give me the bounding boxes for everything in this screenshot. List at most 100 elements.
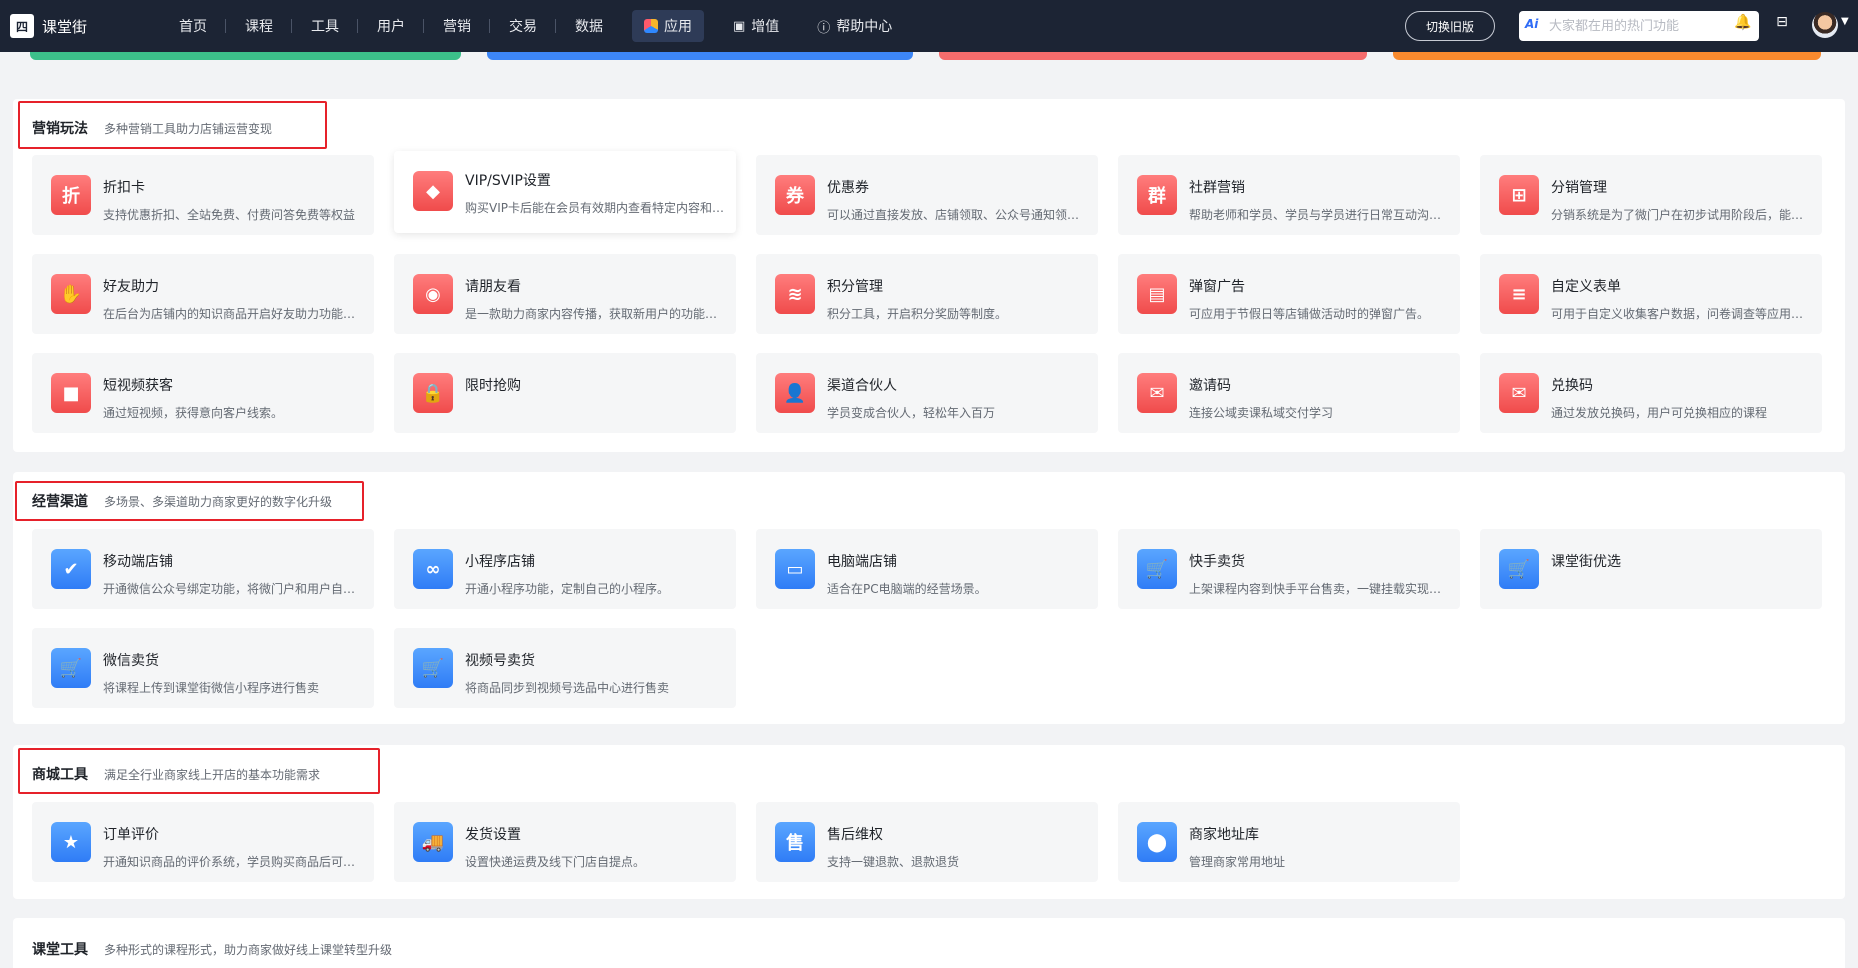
app-card[interactable]: ▤ 弹窗广告 可应用于节假日等店铺做活动时的弹窗广告。 (1118, 254, 1460, 334)
app-card-title: 电脑端店铺 (827, 554, 897, 570)
chevron-down-icon[interactable]: ▼ (1841, 16, 1849, 27)
app-card[interactable]: ⊞ 分销管理分销系统是为了微门户在初步试用阶段后，能够快速推广 (1480, 155, 1822, 235)
cart-select-icon: 🛒 (1499, 549, 1539, 589)
app-card-body: VIP/SVIP设置 购买VIP卡后能在会员有效期内查看特定内容和权益 (465, 170, 727, 216)
app-card-desc: 通过短视频，获得意向客户线索。 (103, 406, 284, 420)
app-card-body: 限时抢购 (465, 375, 727, 404)
banner-card-orange[interactable] (1393, 52, 1821, 60)
inbox-icon[interactable]: ⊟ (1770, 14, 1794, 30)
app-card[interactable]: ∞ 小程序店铺 开通小程序功能，定制自己的小程序。 (394, 529, 736, 609)
app-card[interactable]: 🛒 课堂街优选 (1480, 529, 1822, 609)
global-search: Ai ⌕ (1519, 11, 1759, 41)
app-card[interactable]: ▭ 电脑端店铺 适合在PC电脑端的经营场景。 (756, 529, 1098, 609)
app-card[interactable]: ★ 订单评价 开通知识商品的评价系统，学员购买商品后可进行评价 (32, 802, 374, 882)
app-card-body: 售后维权 支持一键退款、退款退货 (827, 824, 1089, 870)
app-card-desc: 开通微信公众号绑定功能，将微门户和用户自有公众号打通 (103, 582, 365, 596)
nav-item-home[interactable]: 首页 (160, 0, 226, 52)
app-card-title: 短视频获客 (103, 378, 173, 394)
app-card[interactable]: ≋ 积分管理 积分工具，开启积分奖励等制度。 (756, 254, 1098, 334)
app-card-title: 发货设置 (465, 827, 521, 843)
app-card-title: 社群营销 (1189, 180, 1245, 196)
app-card[interactable]: 折折扣卡 支持优惠折扣、全站免费、付费问答免费等权益 (32, 155, 374, 235)
app-card[interactable]: ✋ 好友助力在后台为店铺内的知识商品开启好友助力功能，实现裂变 (32, 254, 374, 334)
app-card[interactable]: ◉ 请朋友看是一款助力商家内容传播，获取新用户的功能，增加曝光 (394, 254, 736, 334)
app-card[interactable]: 🛒 视频号卖货 将商品同步到视频号选品中心进行售卖 (394, 628, 736, 708)
app-card-desc: 购买VIP卡后能在会员有效期内查看特定内容和权益 (465, 201, 727, 215)
community-icon: 群 (1137, 175, 1177, 215)
cart-wechat-icon: 🛒 (51, 648, 91, 688)
app-card[interactable]: ◆ VIP/SVIP设置 购买VIP卡后能在会员有效期内查看特定内容和权益 (394, 151, 736, 233)
nav-item-tools[interactable]: 工具 (292, 0, 358, 52)
app-card[interactable]: 券优惠券 可以通过直接发放、店铺领取、公众号通知领取等方式 (756, 155, 1098, 235)
ai-badge-icon[interactable]: Ai (1525, 17, 1545, 35)
banner-card-blue[interactable] (487, 52, 913, 60)
app-card-body: 短视频获客通过短视频，获得意向客户线索。 (103, 375, 365, 421)
nav-item-data[interactable]: 数据 (556, 0, 622, 52)
app-card-title: 移动端店铺 (103, 554, 173, 570)
bell-icon[interactable]: 🔔 (1731, 14, 1755, 30)
app-card-desc: 将课程上传到课堂街微信小程序进行售卖 (103, 681, 320, 695)
discount-card-icon: 折 (51, 175, 91, 215)
app-card-title: 邀请码 (1189, 378, 1231, 394)
app-card[interactable]: ✉ 兑换码 通过发放兑换码，用户可兑换相应的课程 (1480, 353, 1822, 433)
app-card[interactable]: ■ 短视频获客 通过短视频，获得意向客户线索。 (32, 353, 374, 433)
cart-kuaishou-icon: 🛒 (1137, 549, 1177, 589)
app-card-desc: 积分工具，开启积分奖励等制度。 (827, 307, 1008, 321)
app-card[interactable]: 售售后维权 支持一键退款、退款退货 (756, 802, 1098, 882)
app-card[interactable]: ⬤ 商家地址库 管理商家常用地址 (1118, 802, 1460, 882)
app-card[interactable]: 🚚 发货设置 设置快递运费及线下门店自提点。 (394, 802, 736, 882)
app-card[interactable]: 🛒 快手卖货 上架课程内容到快手平台售卖，一键挂载实现带货 (1118, 529, 1460, 609)
app-card-title: 售后维权 (827, 827, 883, 843)
nav-item-help[interactable]: ⓘ 帮助中心 (798, 0, 911, 52)
app-card-body: 视频号卖货 将商品同步到视频号选品中心进行售卖 (465, 650, 727, 696)
app-card-body: 订单评价 开通知识商品的评价系统，学员购买商品后可进行评价 (103, 824, 365, 870)
app-card-body: 优惠券 可以通过直接发放、店铺领取、公众号通知领取等方式 (827, 177, 1089, 223)
invite-envelope-icon: ✉ (1137, 373, 1177, 413)
app-card[interactable]: 👤 渠道合伙人 学员变成合伙人，轻松年入百万 (756, 353, 1098, 433)
logo-mark: 四 (10, 14, 34, 38)
app-card[interactable]: 群社群营销 帮助老师和学员、学员与学员进行日常互动沟通交流 (1118, 155, 1460, 235)
app-card-body: 微信卖货 将课程上传到课堂街微信小程序进行售卖 (103, 650, 365, 696)
coupon-icon: 券 (775, 175, 815, 215)
app-card[interactable]: 🛒 微信卖货 将课程上传到课堂街微信小程序进行售卖 (32, 628, 374, 708)
app-card-body: 分销管理分销系统是为了微门户在初步试用阶段后，能够快速推广 (1551, 177, 1813, 223)
app-card-desc: 通过发放兑换码，用户可兑换相应的课程 (1551, 406, 1768, 420)
nav-item-course[interactable]: 课程 (226, 0, 292, 52)
app-card-body: 自定义表单 可用于自定义收集客户数据，问卷调查等应用场景 (1551, 276, 1813, 322)
nav-item-users[interactable]: 用户 (358, 0, 424, 52)
app-card-body: 快手卖货 上架课程内容到快手平台售卖，一键挂载实现带货 (1189, 551, 1451, 597)
handshake-icon: ✋ (51, 274, 91, 314)
app-card-title: 弹窗广告 (1189, 279, 1245, 295)
app-card-title: 渠道合伙人 (827, 378, 897, 394)
app-card-body: 兑换码 通过发放兑换码，用户可兑换相应的课程 (1551, 375, 1813, 421)
popup-ad-icon: ▤ (1137, 274, 1177, 314)
app-card[interactable]: ✉ 邀请码 连接公域卖课私域交付学习 (1118, 353, 1460, 433)
app-card-body: 商家地址库 管理商家常用地址 (1189, 824, 1451, 870)
app-card[interactable]: 🔒 限时抢购 (394, 353, 736, 433)
nav-item-trade[interactable]: 交易 (490, 0, 556, 52)
section-classroom-header: 课堂工具 多种形式的课程形式，助力商家做好线上课堂转型升级 (32, 929, 392, 968)
annotation-highlight-box (18, 101, 327, 149)
monitor-icon: ▭ (775, 549, 815, 589)
search-input[interactable] (1549, 12, 1733, 40)
app-card-body: 电脑端店铺 适合在PC电脑端的经营场景。 (827, 551, 1089, 597)
app-card[interactable]: ✔ 移动端店铺开通微信公众号绑定功能，将微门户和用户自有公众号打通 (32, 529, 374, 609)
nav-item-value-added[interactable]: ▣ 增值 (714, 0, 798, 52)
app-card[interactable]: ≡ 自定义表单 可用于自定义收集客户数据，问卷调查等应用场景 (1480, 254, 1822, 334)
app-card-title: 课堂街优选 (1551, 554, 1621, 570)
app-card-body: 请朋友看是一款助力商家内容传播，获取新用户的功能，增加曝光 (465, 276, 727, 322)
banner-card-green[interactable] (30, 52, 461, 60)
section-marketing: 营销玩法 多种营销工具助力店铺运营变现 折折扣卡 支持优惠折扣、全站免费、付费问答… (13, 99, 1845, 452)
nav-item-marketing[interactable]: 营销 (424, 0, 490, 52)
banner-card-red[interactable] (939, 52, 1367, 60)
nav-item-value-added-label: 增值 (751, 19, 780, 35)
nav-item-apps[interactable]: 应用 (632, 10, 704, 42)
brand-name: 课堂街 (42, 17, 88, 36)
switch-old-version-button[interactable]: 切换旧版 (1405, 11, 1495, 41)
brand-logo[interactable]: 四 课堂街 (10, 14, 160, 38)
app-card-desc: 分销系统是为了微门户在初步试用阶段后，能够快速推广 (1551, 208, 1813, 222)
nav-item-apps-label: 应用 (664, 19, 692, 35)
app-card-desc: 将商品同步到视频号选品中心进行售卖 (465, 681, 670, 695)
user-avatar[interactable] (1812, 12, 1838, 38)
app-card-title: 积分管理 (827, 279, 883, 295)
